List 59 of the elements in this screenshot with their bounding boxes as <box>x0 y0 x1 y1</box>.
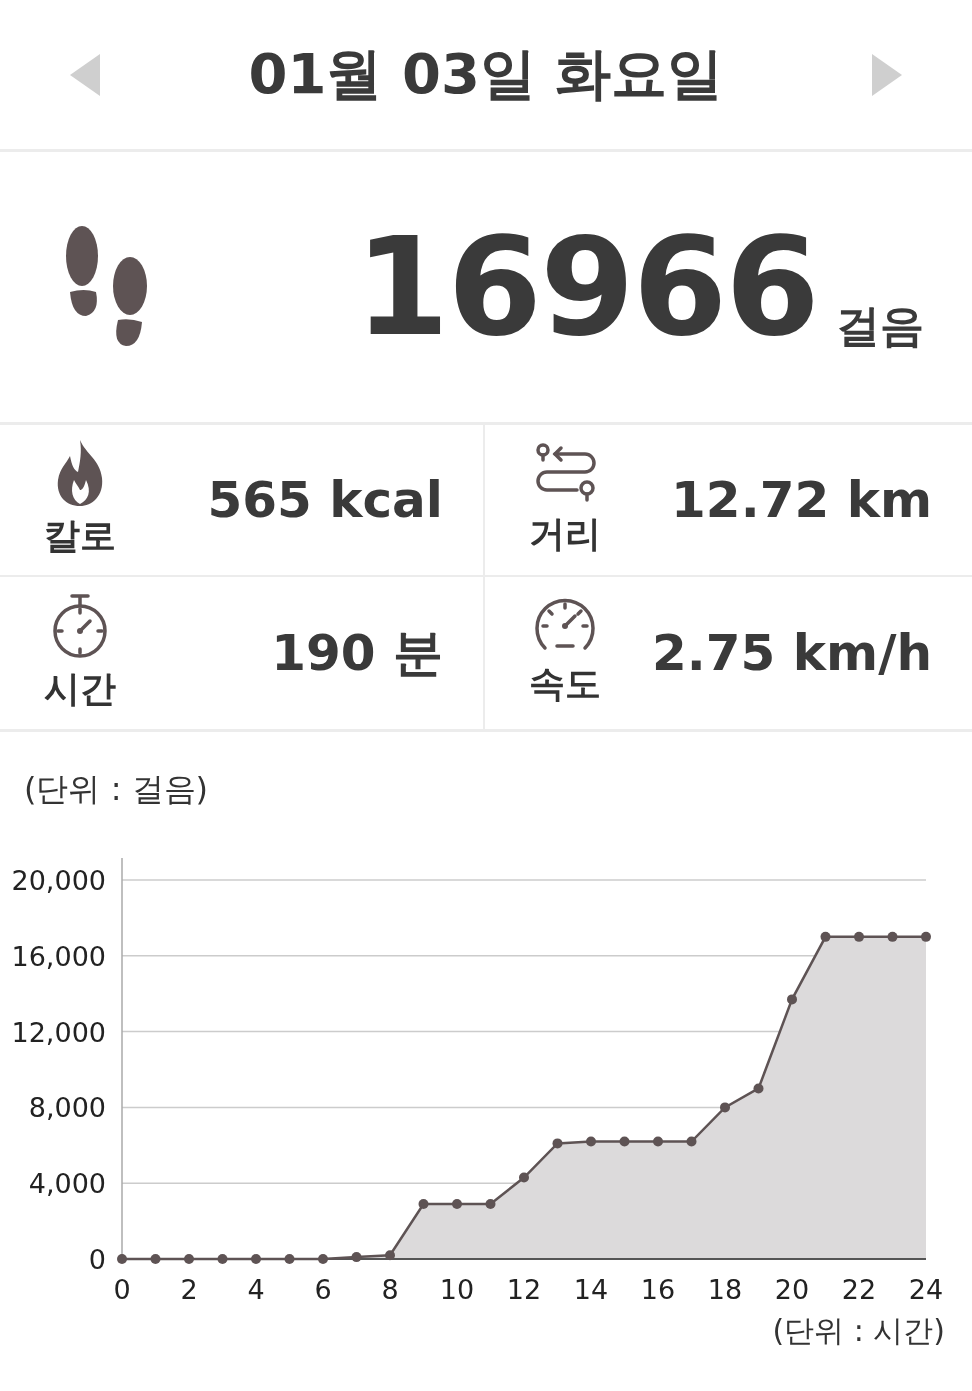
x-tick-label: 16 <box>640 1274 676 1305</box>
data-point <box>686 1136 697 1147</box>
y-tick-label: 0 <box>88 1244 106 1275</box>
stat-label: 칼로 <box>44 513 116 558</box>
data-point <box>887 931 898 942</box>
next-arrow-icon[interactable] <box>872 53 902 96</box>
x-tick-label: 24 <box>908 1274 944 1305</box>
x-tick-label: 0 <box>113 1274 131 1305</box>
data-point <box>452 1199 462 1210</box>
data-point <box>820 931 831 942</box>
x-tick-label: 18 <box>707 1274 743 1305</box>
x-tick-label: 4 <box>247 1274 265 1305</box>
y-tick-label: 12,000 <box>11 1016 106 1048</box>
data-point <box>150 1254 161 1264</box>
stat-value: 565 kcal <box>207 471 443 529</box>
stat-label: 거리 <box>529 511 601 556</box>
x-tick-label: 6 <box>314 1274 332 1305</box>
stat-label: 속도 <box>529 661 601 706</box>
x-tick-label: 2 <box>180 1274 198 1305</box>
x-tick-label: 14 <box>573 1274 609 1305</box>
data-point <box>552 1138 563 1149</box>
y-tick-label: 4,000 <box>28 1168 106 1200</box>
data-point <box>720 1102 730 1113</box>
stat-value: 190 분 <box>271 622 443 684</box>
data-point <box>318 1254 328 1264</box>
data-point <box>753 1083 764 1094</box>
data-point <box>418 1199 429 1210</box>
data-point <box>117 1254 127 1264</box>
data-point <box>519 1172 529 1183</box>
stat-value: 12.72 km <box>671 471 932 529</box>
data-point <box>184 1254 194 1264</box>
data-point <box>854 931 864 942</box>
x-tick-label: 22 <box>841 1274 877 1305</box>
y-axis-unit: (단위 : 걸음) <box>24 770 209 808</box>
data-point <box>921 931 931 942</box>
stat-value: 2.75 km/h <box>652 624 932 682</box>
data-point <box>586 1136 596 1147</box>
x-tick-label: 12 <box>506 1274 542 1305</box>
date-title: 01월 03일 화요일 <box>248 39 724 108</box>
route-icon <box>533 441 597 504</box>
x-axis-unit: (단위 : 시간) <box>772 1313 945 1348</box>
data-point <box>619 1136 630 1147</box>
stat-label: 시간 <box>44 666 116 711</box>
data-point <box>284 1254 295 1264</box>
data-point <box>787 994 797 1005</box>
x-tick-label: 20 <box>774 1274 810 1305</box>
data-point <box>217 1254 228 1264</box>
step-count: 16966 <box>354 219 818 355</box>
data-point <box>653 1136 663 1147</box>
step-unit: 걸음 <box>836 299 924 353</box>
y-tick-label: 8,000 <box>28 1092 106 1124</box>
data-point <box>251 1254 261 1264</box>
stopwatch-icon <box>50 592 110 659</box>
x-tick-label: 10 <box>439 1274 475 1305</box>
y-tick-label: 16,000 <box>11 940 106 972</box>
previous-arrow-icon[interactable] <box>70 53 100 96</box>
x-tick-label: 8 <box>381 1274 399 1305</box>
y-tick-label: 20,000 <box>11 865 106 896</box>
data-point <box>485 1199 496 1210</box>
